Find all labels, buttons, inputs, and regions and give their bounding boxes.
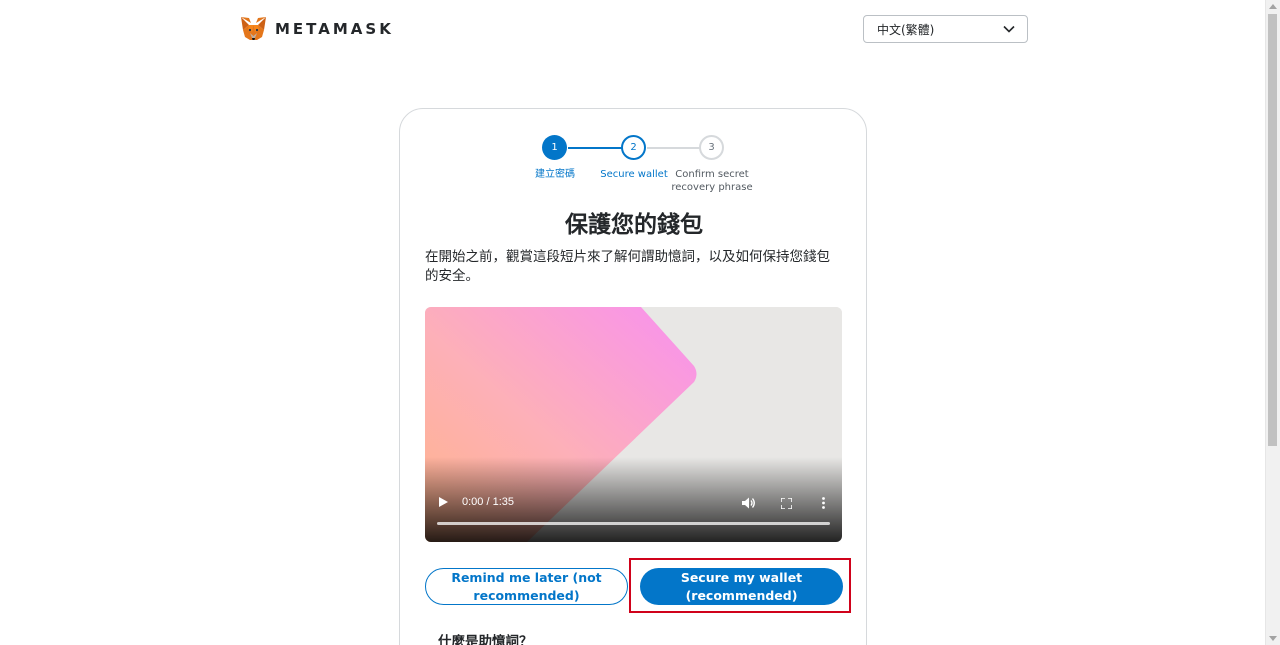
metamask-logo[interactable]: METAMASK — [240, 16, 394, 41]
more-vertical-icon[interactable] — [822, 497, 825, 509]
remind-me-later-button[interactable]: Remind me later (not recommended) — [425, 568, 628, 605]
volume-icon[interactable] — [742, 497, 756, 509]
stepper-connector-pending — [647, 147, 700, 149]
step-2-circle: 2 — [621, 135, 646, 160]
page-scrollbar[interactable] — [1265, 0, 1280, 645]
scroll-up-arrow-icon[interactable] — [1269, 4, 1277, 9]
step-3-circle: 3 — [699, 135, 724, 160]
scroll-down-arrow-icon[interactable] — [1269, 636, 1277, 641]
metamask-fox-icon — [241, 17, 266, 40]
page: METAMASK 中文(繁體) 1 2 3 建立密碼 Secure wallet… — [0, 0, 1280, 645]
chevron-down-icon — [1003, 25, 1015, 33]
stepper-connector-complete — [568, 147, 622, 149]
step-2-label: Secure wallet — [600, 169, 668, 180]
page-description: 在開始之前，觀賞這段短片來了解何謂助憶詞，以及如何保持您錢包的安全。 — [425, 249, 830, 284]
video-time: 0:00 / 1:35 — [462, 496, 514, 508]
onboarding-card: 1 2 3 建立密碼 Secure wallet Confirm secret … — [399, 108, 867, 645]
faq-heading: 什麼是助憶詞？ — [438, 634, 533, 645]
step-3-label: Confirm secret recovery phrase — [671, 169, 753, 193]
brand-name: METAMASK — [275, 19, 394, 38]
progress-stepper: 1 2 3 建立密碼 Secure wallet Confirm secret … — [400, 109, 868, 209]
step-1-label: 建立密碼 — [535, 169, 575, 180]
video-progress-bar[interactable] — [437, 522, 830, 525]
scrollbar-thumb[interactable] — [1268, 14, 1277, 446]
play-icon[interactable] — [439, 497, 448, 507]
page-title: 保護您的錢包 — [565, 212, 703, 238]
secure-my-wallet-button[interactable]: Secure my wallet (recommended) — [640, 568, 843, 605]
step-1-circle: 1 — [542, 135, 567, 160]
language-select-value: 中文(繁體) — [877, 22, 935, 37]
video-player[interactable]: 0:00 / 1:35 — [425, 307, 842, 542]
language-select[interactable]: 中文(繁體) — [863, 15, 1028, 43]
fullscreen-icon[interactable] — [781, 498, 792, 509]
